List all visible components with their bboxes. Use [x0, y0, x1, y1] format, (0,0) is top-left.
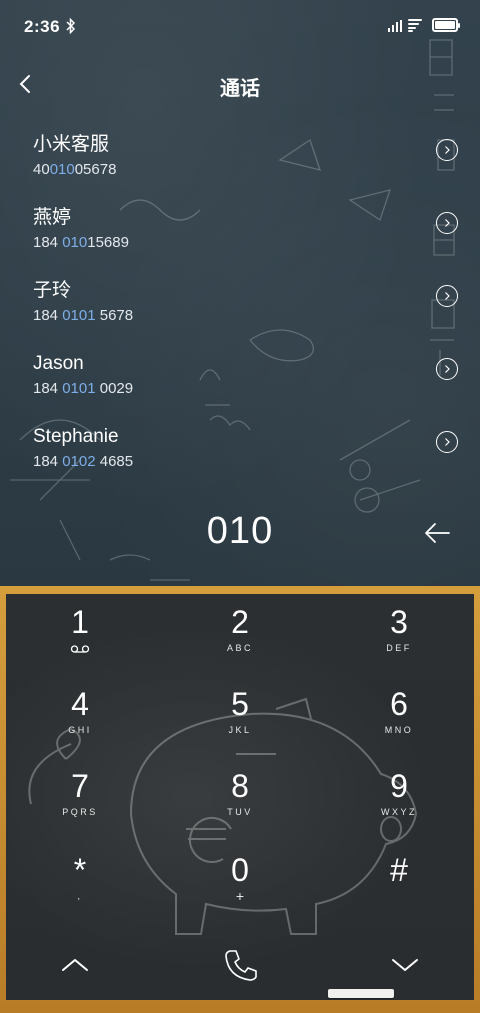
contact-number: 4001005678 [33, 161, 117, 178]
chevron-down-icon[interactable] [390, 955, 420, 975]
contact-item[interactable]: 子玲 184 0101 5678 [0, 279, 480, 345]
status-bar: 2:36 [0, 0, 480, 52]
contact-item[interactable]: Stephanie 184 0102 4685 [0, 425, 480, 491]
contact-number: 184 0101 5678 [33, 307, 134, 324]
bluetooth-icon [66, 18, 76, 34]
contact-name: Jason [33, 353, 84, 374]
key-2[interactable]: 2 ABC [180, 604, 300, 674]
key-6[interactable]: 6 MNO [339, 686, 459, 756]
header: 通话 [0, 62, 480, 106]
battery-icon [432, 18, 460, 32]
chevron-up-icon[interactable] [60, 955, 90, 975]
dialed-number-display: 010 [206, 510, 274, 552]
contact-name: 燕婷 [33, 207, 72, 228]
chevron-right-circle-icon[interactable] [436, 431, 458, 453]
chalk-stick [328, 989, 394, 998]
contact-item[interactable]: 燕婷 184 01015689 [0, 206, 480, 272]
key-9[interactable]: 9 WXYZ [339, 768, 459, 838]
contact-name: Stephanie [33, 426, 119, 447]
chevron-right-circle-icon[interactable] [436, 358, 458, 380]
contact-item[interactable]: 小米客服 4001005678 [0, 133, 480, 199]
key-0[interactable]: 0 + [180, 852, 300, 922]
contact-number: 184 0102 4685 [33, 453, 134, 470]
wifi-icon [408, 19, 424, 32]
chevron-right-circle-icon[interactable] [436, 212, 458, 234]
contact-number: 184 0101 0029 [33, 380, 134, 397]
voicemail-icon [70, 645, 90, 653]
chevron-right-circle-icon[interactable] [436, 285, 458, 307]
contact-name: 子玲 [33, 280, 72, 301]
key-hash[interactable]: # [339, 852, 459, 922]
phone-call-icon[interactable] [222, 947, 258, 983]
key-star[interactable]: * , [20, 852, 140, 922]
key-7[interactable]: 7 PQRS [20, 768, 140, 838]
chevron-right-circle-icon[interactable] [436, 139, 458, 161]
key-4[interactable]: 4 GHI [20, 686, 140, 756]
contact-item[interactable]: Jason 184 0101 0029 [0, 352, 480, 418]
backspace-arrow-icon[interactable] [422, 520, 452, 546]
key-8[interactable]: 8 TUV [180, 768, 300, 838]
key-3[interactable]: 3 DEF [339, 604, 459, 674]
contact-number: 184 01015689 [33, 234, 129, 251]
signal-icon [388, 20, 404, 32]
contact-name: 小米客服 [33, 134, 110, 155]
key-1[interactable]: 1 [20, 604, 140, 674]
key-5[interactable]: 5 JKL [180, 686, 300, 756]
page-title: 通话 [220, 78, 260, 100]
status-time: 2:36 [24, 17, 61, 36]
